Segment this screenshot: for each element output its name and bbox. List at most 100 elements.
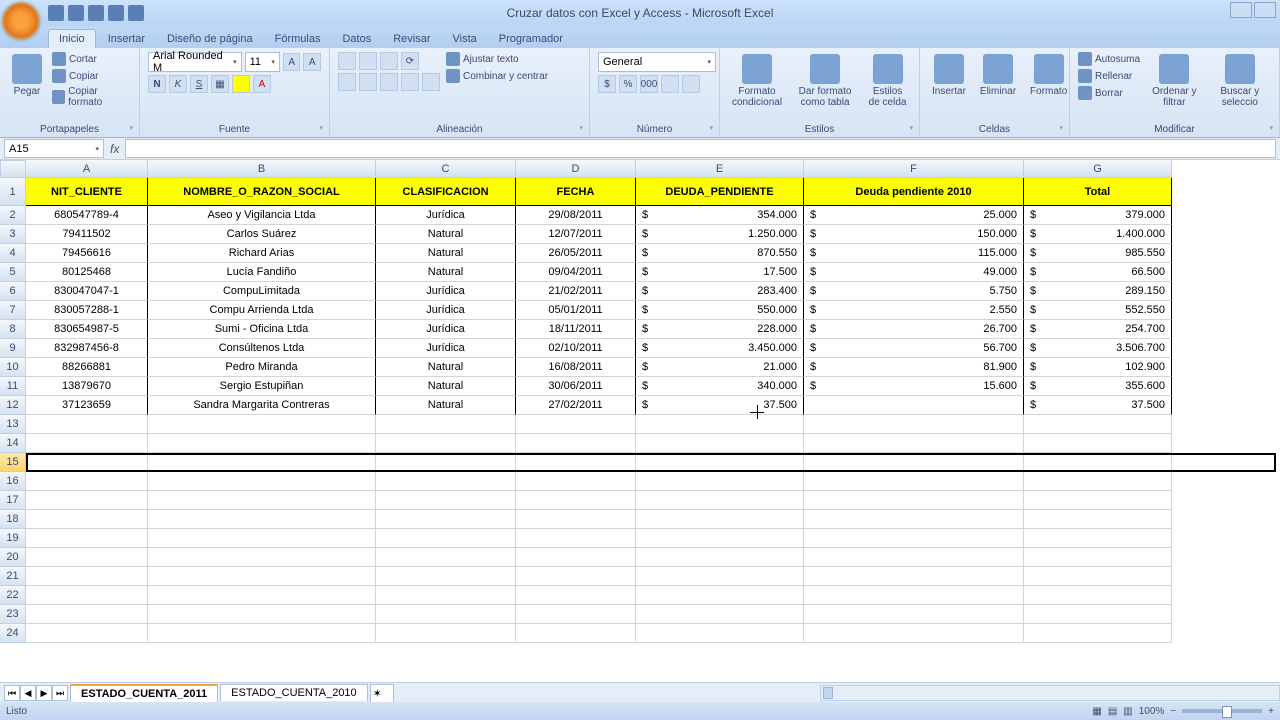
cell[interactable] [26,586,148,605]
minimize-button[interactable] [1230,2,1252,18]
underline-icon[interactable]: S [190,75,208,93]
cell[interactable]: Consúltenos Ltda [148,339,376,358]
insert-cells-button[interactable]: Insertar [928,52,970,99]
zoom-slider[interactable] [1182,709,1262,713]
cell[interactable] [516,453,636,472]
cell[interactable] [804,396,1024,415]
cell[interactable]: 56.700 [804,339,1024,358]
fill-color-icon[interactable] [232,75,250,93]
row-header[interactable]: 17 [0,491,26,510]
cell[interactable] [26,567,148,586]
autosum-button[interactable]: Autosuma [1078,52,1140,66]
wrap-text-button[interactable]: Ajustar texto [446,52,548,66]
zoom-level[interactable]: 100% [1139,706,1165,717]
cell[interactable] [804,453,1024,472]
align-center-icon[interactable] [359,73,377,91]
cell[interactable] [148,415,376,434]
cell[interactable]: 21.000 [636,358,804,377]
cell[interactable]: Compu Arrienda Ltda [148,301,376,320]
cell[interactable] [636,529,804,548]
cell[interactable]: 552.550 [1024,301,1172,320]
cell[interactable]: Pedro Miranda [148,358,376,377]
cell[interactable]: 37123659 [26,396,148,415]
cell[interactable] [26,415,148,434]
cell[interactable] [26,548,148,567]
align-middle-icon[interactable] [359,52,377,70]
cell[interactable] [636,472,804,491]
cell[interactable] [516,624,636,643]
sort-filter-button[interactable]: Ordenar y filtrar [1146,52,1203,110]
cell[interactable] [1024,605,1172,624]
row-header[interactable]: 11 [0,377,26,396]
cell[interactable] [804,586,1024,605]
cell[interactable]: Sumi - Oficina Ltda [148,320,376,339]
cell[interactable]: 25.000 [804,206,1024,225]
cell[interactable]: Richard Arias [148,244,376,263]
cell[interactable] [804,434,1024,453]
cell[interactable]: Aseo y Vigilancia Ltda [148,206,376,225]
sheet-nav-last[interactable]: ⏭ [52,685,68,701]
cell[interactable]: 5.750 [804,282,1024,301]
cell[interactable]: Deuda pendiente 2010 [804,178,1024,206]
cell[interactable] [804,605,1024,624]
cell[interactable] [1024,453,1172,472]
cell[interactable] [26,624,148,643]
cell[interactable] [636,605,804,624]
cell[interactable]: Sergio Estupiñan [148,377,376,396]
cell[interactable] [636,586,804,605]
clear-button[interactable]: Borrar [1078,86,1140,100]
cell[interactable] [804,529,1024,548]
cell[interactable] [376,586,516,605]
row-header[interactable]: 24 [0,624,26,643]
row-header[interactable]: 13 [0,415,26,434]
cell[interactable]: Natural [376,377,516,396]
cell[interactable] [376,548,516,567]
align-bottom-icon[interactable] [380,52,398,70]
cell[interactable] [148,624,376,643]
cell[interactable]: 02/10/2011 [516,339,636,358]
cell[interactable]: 26/05/2011 [516,244,636,263]
cell[interactable]: 12/07/2011 [516,225,636,244]
redo-icon[interactable] [88,5,104,21]
row-header[interactable]: 14 [0,434,26,453]
cell[interactable]: 3.506.700 [1024,339,1172,358]
cell[interactable] [376,472,516,491]
cell[interactable] [804,567,1024,586]
cell[interactable]: Natural [376,358,516,377]
save-icon[interactable] [48,5,64,21]
cell[interactable] [516,586,636,605]
tab-diseno[interactable]: Diseño de página [157,30,263,48]
merge-center-button[interactable]: Combinar y centrar [446,69,548,83]
cell[interactable] [376,529,516,548]
cell[interactable]: 830654987-5 [26,320,148,339]
print-preview-icon[interactable] [108,5,124,21]
cell[interactable] [376,415,516,434]
row-header[interactable]: 6 [0,282,26,301]
copy-button[interactable]: Copiar [52,69,131,83]
view-normal-icon[interactable]: ▦ [1092,706,1101,717]
row-header[interactable]: 12 [0,396,26,415]
cell[interactable]: 870.550 [636,244,804,263]
cell[interactable]: 15.600 [804,377,1024,396]
cell[interactable] [804,548,1024,567]
cell[interactable]: Jurídica [376,320,516,339]
cell[interactable]: 81.900 [804,358,1024,377]
thousands-icon[interactable]: 000 [640,75,658,93]
cell[interactable]: 26.700 [804,320,1024,339]
cell[interactable] [1024,529,1172,548]
percent-icon[interactable]: % [619,75,637,93]
cell[interactable]: 283.400 [636,282,804,301]
cell[interactable] [376,491,516,510]
office-button[interactable] [2,2,40,40]
cell[interactable]: Total [1024,178,1172,206]
cell[interactable]: Jurídica [376,301,516,320]
cell[interactable] [804,491,1024,510]
zoom-in-icon[interactable]: + [1268,706,1274,717]
font-color-icon[interactable]: A [253,75,271,93]
cell[interactable]: 27/02/2011 [516,396,636,415]
cell[interactable] [26,491,148,510]
cell[interactable]: 2.550 [804,301,1024,320]
cell[interactable]: DEUDA_PENDIENTE [636,178,804,206]
cell[interactable]: 09/04/2011 [516,263,636,282]
row-header[interactable]: 8 [0,320,26,339]
